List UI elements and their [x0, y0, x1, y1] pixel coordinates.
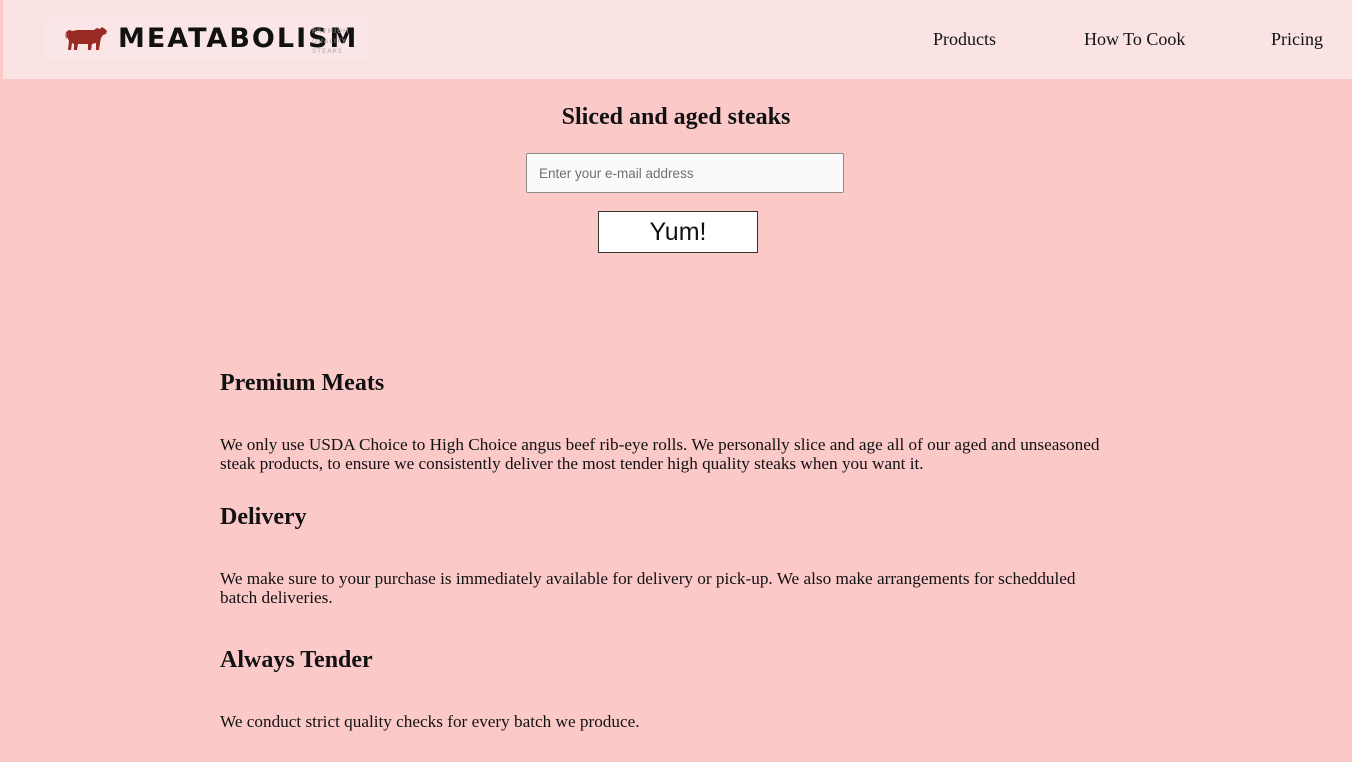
brand-logo[interactable]: MEATABOLISM PREMIUM QUALITY STEAKS [43, 18, 370, 60]
submit-button[interactable]: Yum! [598, 211, 758, 253]
cow-silhouette-icon [65, 27, 107, 50]
nav-link-pricing[interactable]: Pricing [1271, 29, 1323, 49]
brand-tagline-line: STEAKS [312, 47, 344, 55]
nav-link-products[interactable]: Products [933, 29, 996, 49]
nav-link-how-to-cook[interactable]: How To Cook [1084, 29, 1185, 49]
brand-tagline-line: QUALITY [312, 37, 347, 45]
feature-title-always-tender: Always Tender [220, 647, 373, 673]
brand-tagline-line: PREMIUM [312, 27, 350, 35]
feature-text-delivery: We make sure to your purchase is immedia… [220, 569, 1076, 607]
feature-title-premium-meats: Premium Meats [220, 370, 385, 396]
email-input[interactable] [526, 153, 844, 193]
feature-text-always-tender: We conduct strict quality checks for eve… [220, 712, 640, 731]
hero-title: Sliced and aged steaks [561, 104, 791, 130]
brand-tagline: PREMIUM QUALITY STEAKS [312, 26, 372, 56]
feature-text-premium-meats: We only use USDA Choice to High Choice a… [220, 435, 1100, 473]
feature-title-delivery: Delivery [220, 504, 307, 530]
site-header: MEATABOLISM PREMIUM QUALITY STEAKS Produ… [3, 0, 1352, 79]
